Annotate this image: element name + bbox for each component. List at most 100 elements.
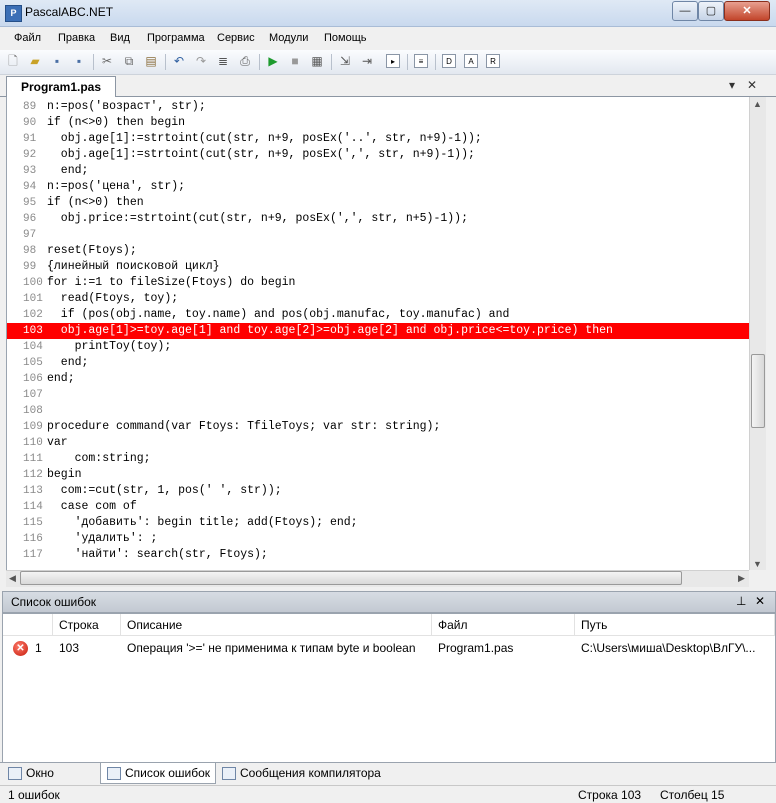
code-line[interactable]: 117 'найти': search(str, Ftoys); — [7, 547, 750, 563]
code-line[interactable]: 106 end; — [7, 371, 750, 387]
tab-compiler-messages[interactable]: Сообщения компилятора — [216, 763, 382, 783]
copy-icon[interactable]: ⧉ — [122, 54, 136, 68]
code-line[interactable]: 111 com:string; — [7, 451, 750, 467]
scroll-up-arrow-icon[interactable]: ▲ — [753, 99, 762, 109]
code-line[interactable]: 102 if (pos(obj.name, toy.name) and pos(… — [7, 307, 750, 323]
code-line[interactable]: 97 — [7, 227, 750, 243]
bottom-tab-strip: Окно вывода Список ошибок Сообщения комп… — [0, 762, 776, 800]
code-line[interactable]: 104 printToy(toy); — [7, 339, 750, 355]
close-panel-icon[interactable]: ✕ — [755, 594, 765, 608]
code-line[interactable]: 101 read(Ftoys, toy); — [7, 291, 750, 307]
code-line[interactable]: 109 procedure command(var Ftoys: TfileToy… — [7, 419, 750, 435]
tab-list-dropdown-icon[interactable]: ▾ — [729, 78, 735, 92]
editor-vertical-scroll-thumb[interactable] — [751, 354, 765, 428]
line-number: 114 — [23, 501, 43, 513]
code-line[interactable]: 114 case com of — [7, 499, 750, 515]
line-number: 92 — [23, 149, 37, 161]
code-line[interactable]: 89 n:=pos('возраст', str); — [7, 99, 750, 115]
code-line[interactable]: 116 'удалить': ; — [7, 531, 750, 547]
code-line[interactable]: 96 obj.price:=strtoint(cut(str, n+9, pos… — [7, 211, 750, 227]
line-number: 93 — [23, 165, 37, 177]
code-text: if (pos(obj.name, toy.name) and pos(obj.… — [47, 308, 510, 321]
code-text: reset(Ftoys); — [47, 244, 137, 257]
close-window-button[interactable]: ✕ — [724, 1, 770, 21]
code-line[interactable]: 115 'добавить': begin title; add(Ftoys);… — [7, 515, 750, 531]
code-text: var — [47, 436, 68, 449]
line-number: 100 — [23, 277, 43, 289]
code-line[interactable]: 98 reset(Ftoys); — [7, 243, 750, 259]
paste-icon[interactable]: ▤ — [144, 54, 158, 68]
maximize-button[interactable]: ▢ — [698, 1, 724, 21]
column-line[interactable]: Строка — [53, 614, 121, 636]
tab-program1[interactable]: Program1.pas — [6, 76, 116, 97]
code-text: 'добавить': begin title; add(Ftoys); end… — [47, 516, 358, 529]
code-line[interactable]: 94 n:=pos('цена', str); — [7, 179, 750, 195]
menu-help[interactable]: Помощь — [324, 32, 367, 44]
line-number: 91 — [23, 133, 37, 145]
code-line[interactable]: 110 var — [7, 435, 750, 451]
tab-error-list[interactable]: Список ошибок — [100, 763, 216, 784]
open-folder-icon[interactable]: ▰ — [28, 54, 42, 68]
run-icon[interactable]: ▶ — [266, 54, 280, 68]
tab-output-window[interactable]: Окно вывода — [2, 763, 98, 800]
code-line[interactable]: 108 — [7, 403, 750, 419]
cut-icon[interactable]: ✂ — [100, 54, 114, 68]
close-tab-icon[interactable]: ✕ — [747, 78, 757, 92]
error-icon: ✕ — [13, 641, 28, 656]
code-text: begin — [47, 468, 82, 481]
code-line[interactable]: 90 if (n<>0) then begin — [7, 115, 750, 131]
code-line[interactable]: 100 for i:=1 to fileSize(Ftoys) do begin — [7, 275, 750, 291]
menu-service[interactable]: Сервис — [217, 32, 255, 44]
tool-b-icon[interactable]: R — [486, 54, 500, 68]
column-description[interactable]: Описание — [121, 614, 432, 636]
code-line[interactable]: 105 end; — [7, 355, 750, 371]
code-editor[interactable]: 89 n:=pos('возраст', str); 90 if (n<>0) the… — [6, 97, 750, 570]
redo-icon[interactable]: ↷ — [194, 54, 208, 68]
new-file-icon[interactable]: 🗋 — [6, 54, 20, 68]
code-text: end; — [47, 356, 89, 369]
column-file[interactable]: Файл — [432, 614, 575, 636]
error-line: 103 — [59, 641, 80, 655]
code-line[interactable]: 113 com:=cut(str, 1, pos(' ', str)); — [7, 483, 750, 499]
code-text: obj.age[1]:=strtoint(cut(str, n+9, posEx… — [47, 132, 482, 145]
column-path[interactable]: Путь — [575, 614, 775, 636]
format-icon[interactable]: ≣ — [216, 54, 230, 68]
save-all-icon[interactable]: ▪ — [72, 54, 86, 68]
step-into-icon[interactable]: ⇲ — [338, 54, 352, 68]
errors-panel-title: Список ошибок — [11, 595, 97, 609]
tool-a-icon[interactable]: A — [464, 54, 478, 68]
error-description: Операция '>=' не применима к типам byte … — [127, 641, 416, 655]
console-icon[interactable]: ▸ — [386, 54, 400, 68]
code-line-error-highlight[interactable]: 103 obj.age[1]>=toy.age[1] and toy.age[2… — [7, 323, 750, 339]
print-icon[interactable]: ⎙ — [238, 54, 252, 68]
line-number: 112 — [23, 469, 43, 481]
code-line[interactable]: 95 if (n<>0) then — [7, 195, 750, 211]
code-line[interactable]: 99 {линейный поисковой цикл} — [7, 259, 750, 275]
code-line[interactable]: 91 obj.age[1]:=strtoint(cut(str, n+9, po… — [7, 131, 750, 147]
undo-icon[interactable]: ↶ — [172, 54, 186, 68]
menu-view[interactable]: Вид — [110, 32, 130, 44]
menu-file[interactable]: Файл — [14, 32, 41, 44]
scroll-down-arrow-icon[interactable]: ▼ — [753, 559, 762, 569]
scroll-right-arrow-icon[interactable]: ▶ — [738, 573, 745, 584]
code-line[interactable]: 92 obj.age[1]:=strtoint(cut(str, n+9, po… — [7, 147, 750, 163]
menu-program[interactable]: Программа — [147, 32, 205, 44]
minimize-button[interactable]: — — [672, 1, 698, 21]
stop-icon[interactable]: ■ — [288, 54, 302, 68]
debug-icon[interactable]: ≡ — [414, 54, 428, 68]
code-line[interactable]: 112 begin — [7, 467, 750, 483]
code-text: 'найти': search(str, Ftoys); — [47, 548, 268, 561]
compile-icon[interactable]: ▦ — [310, 54, 324, 68]
code-text: end; — [47, 372, 75, 385]
code-line[interactable]: 107 — [7, 387, 750, 403]
code-line[interactable]: 93 end; — [7, 163, 750, 179]
editor-horizontal-scroll-thumb[interactable] — [20, 571, 682, 585]
scroll-left-arrow-icon[interactable]: ◀ — [9, 573, 16, 584]
step-over-icon[interactable]: ⇥ — [360, 54, 374, 68]
save-icon[interactable]: ▪ — [50, 54, 64, 68]
pin-icon[interactable]: ⊥ — [736, 594, 746, 608]
menu-edit[interactable]: Правка — [58, 32, 95, 44]
editor-vertical-scrollbar[interactable] — [749, 97, 766, 570]
menu-modules[interactable]: Модули — [269, 32, 308, 44]
form-icon[interactable]: D — [442, 54, 456, 68]
